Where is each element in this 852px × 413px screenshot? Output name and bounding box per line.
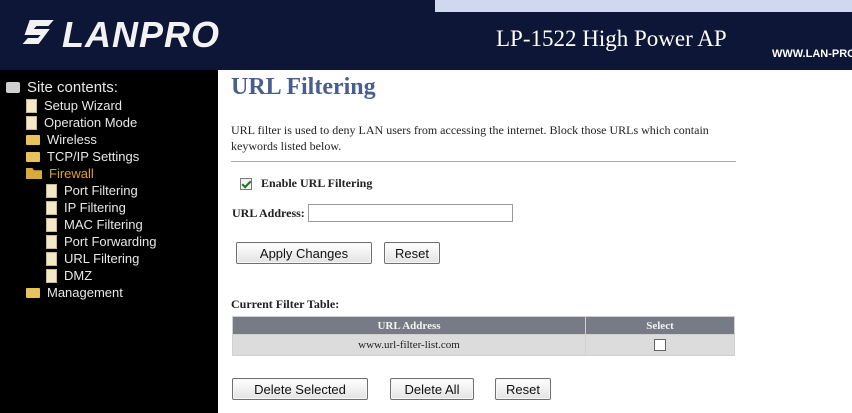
- lanpro-logo-icon: [22, 20, 54, 44]
- document-icon: [46, 251, 57, 266]
- header-accent-strip: [435, 0, 852, 12]
- sidebar-item-label: TCP/IP Settings: [47, 149, 140, 164]
- sidebar-item-label: Management: [47, 285, 123, 300]
- sidebar-item-label: DMZ: [64, 268, 93, 283]
- sidebar-item-management[interactable]: Management: [6, 284, 156, 301]
- column-header-url-address: URL Address: [232, 316, 586, 335]
- column-header-select: Select: [585, 316, 735, 335]
- lanpro-logo: LANPRO: [20, 14, 220, 56]
- table-reset-button[interactable]: Reset: [495, 378, 551, 400]
- sidebar-item-firewall[interactable]: Firewall: [6, 165, 156, 182]
- document-icon: [46, 183, 57, 198]
- sidebar-root-label: Site contents:: [27, 79, 118, 96]
- sidebar-item-label: IP Filtering: [64, 200, 126, 215]
- url-address-input[interactable]: [307, 204, 513, 222]
- reset-button[interactable]: Reset: [384, 242, 440, 264]
- sidebar-item-label: Firewall: [49, 166, 94, 181]
- delete-all-button[interactable]: Delete All: [390, 378, 474, 400]
- document-icon: [46, 217, 57, 232]
- document-icon: [46, 234, 57, 249]
- product-title: LP-1522 High Power AP: [496, 26, 727, 51]
- site-tree: Site contents: Setup Wizard Operation Mo…: [6, 78, 156, 301]
- page-title: URL Filtering: [231, 74, 376, 100]
- folder-icon: [26, 151, 40, 162]
- table-cell-select: [585, 334, 735, 356]
- document-icon: [46, 200, 57, 215]
- folder-icon: [26, 134, 40, 145]
- page-description: URL filter is used to deny LAN users fro…: [231, 123, 709, 153]
- sidebar-item-port-forwarding[interactable]: Port Forwarding: [6, 233, 156, 250]
- sidebar-item-port-filtering[interactable]: Port Filtering: [6, 182, 156, 199]
- divider: [231, 161, 736, 162]
- enable-url-filtering-label: Enable URL Filtering: [261, 176, 373, 190]
- sidebar-item-label: Wireless: [47, 132, 97, 147]
- document-icon: [26, 115, 37, 130]
- sidebar-item-wireless[interactable]: Wireless: [6, 131, 156, 148]
- url-address-row: URL Address:: [232, 204, 513, 222]
- sidebar-item-url-filtering[interactable]: URL Filtering: [6, 250, 156, 267]
- enable-url-filtering-checkbox[interactable]: [240, 177, 252, 190]
- table-header-row: URL Address Select: [232, 316, 735, 335]
- row-select-checkbox[interactable]: [654, 339, 666, 352]
- sidebar: Site contents: Setup Wizard Operation Mo…: [0, 70, 218, 413]
- main-content: URL Filtering URL filter is used to deny…: [218, 70, 852, 413]
- sidebar-item-label: Setup Wizard: [44, 98, 123, 113]
- sidebar-item-ip-filtering[interactable]: IP Filtering: [6, 199, 156, 216]
- sidebar-item-setup-wizard[interactable]: Setup Wizard: [6, 97, 156, 114]
- delete-selected-button[interactable]: Delete Selected: [232, 378, 368, 400]
- sidebar-item-label: MAC Filtering: [64, 217, 143, 232]
- sidebar-root: Site contents:: [6, 78, 156, 97]
- sidebar-item-label: Port Filtering: [64, 183, 138, 198]
- url-address-label: URL Address:: [232, 205, 305, 220]
- table-cell-url: www.url-filter-list.com: [232, 334, 586, 356]
- sidebar-item-label: URL Filtering: [64, 251, 140, 266]
- document-icon: [46, 268, 57, 283]
- logo-text: LANPRO: [62, 14, 220, 55]
- folder-icon: [26, 287, 40, 298]
- site-root-icon: [6, 82, 20, 93]
- filter-table: URL Address Select www.url-filter-list.c…: [232, 316, 735, 356]
- site-url: WWW.LAN-PRO: [772, 48, 852, 60]
- folder-open-icon: [26, 168, 42, 179]
- enable-url-filtering-row[interactable]: Enable URL Filtering: [240, 176, 372, 191]
- sidebar-item-mac-filtering[interactable]: MAC Filtering: [6, 216, 156, 233]
- header-bar: LANPRO LP-1522 High Power AP WWW.LAN-PRO: [0, 0, 852, 70]
- sidebar-item-label: Operation Mode: [44, 115, 138, 130]
- filter-table-title: Current Filter Table:: [231, 297, 340, 311]
- sidebar-item-label: Port Forwarding: [64, 234, 157, 249]
- sidebar-item-tcpip-settings[interactable]: TCP/IP Settings: [6, 148, 156, 165]
- document-icon: [26, 98, 37, 113]
- sidebar-item-operation-mode[interactable]: Operation Mode: [6, 114, 156, 131]
- sidebar-item-dmz[interactable]: DMZ: [6, 267, 156, 284]
- apply-changes-button[interactable]: Apply Changes: [236, 242, 372, 264]
- table-row: www.url-filter-list.com: [232, 334, 735, 356]
